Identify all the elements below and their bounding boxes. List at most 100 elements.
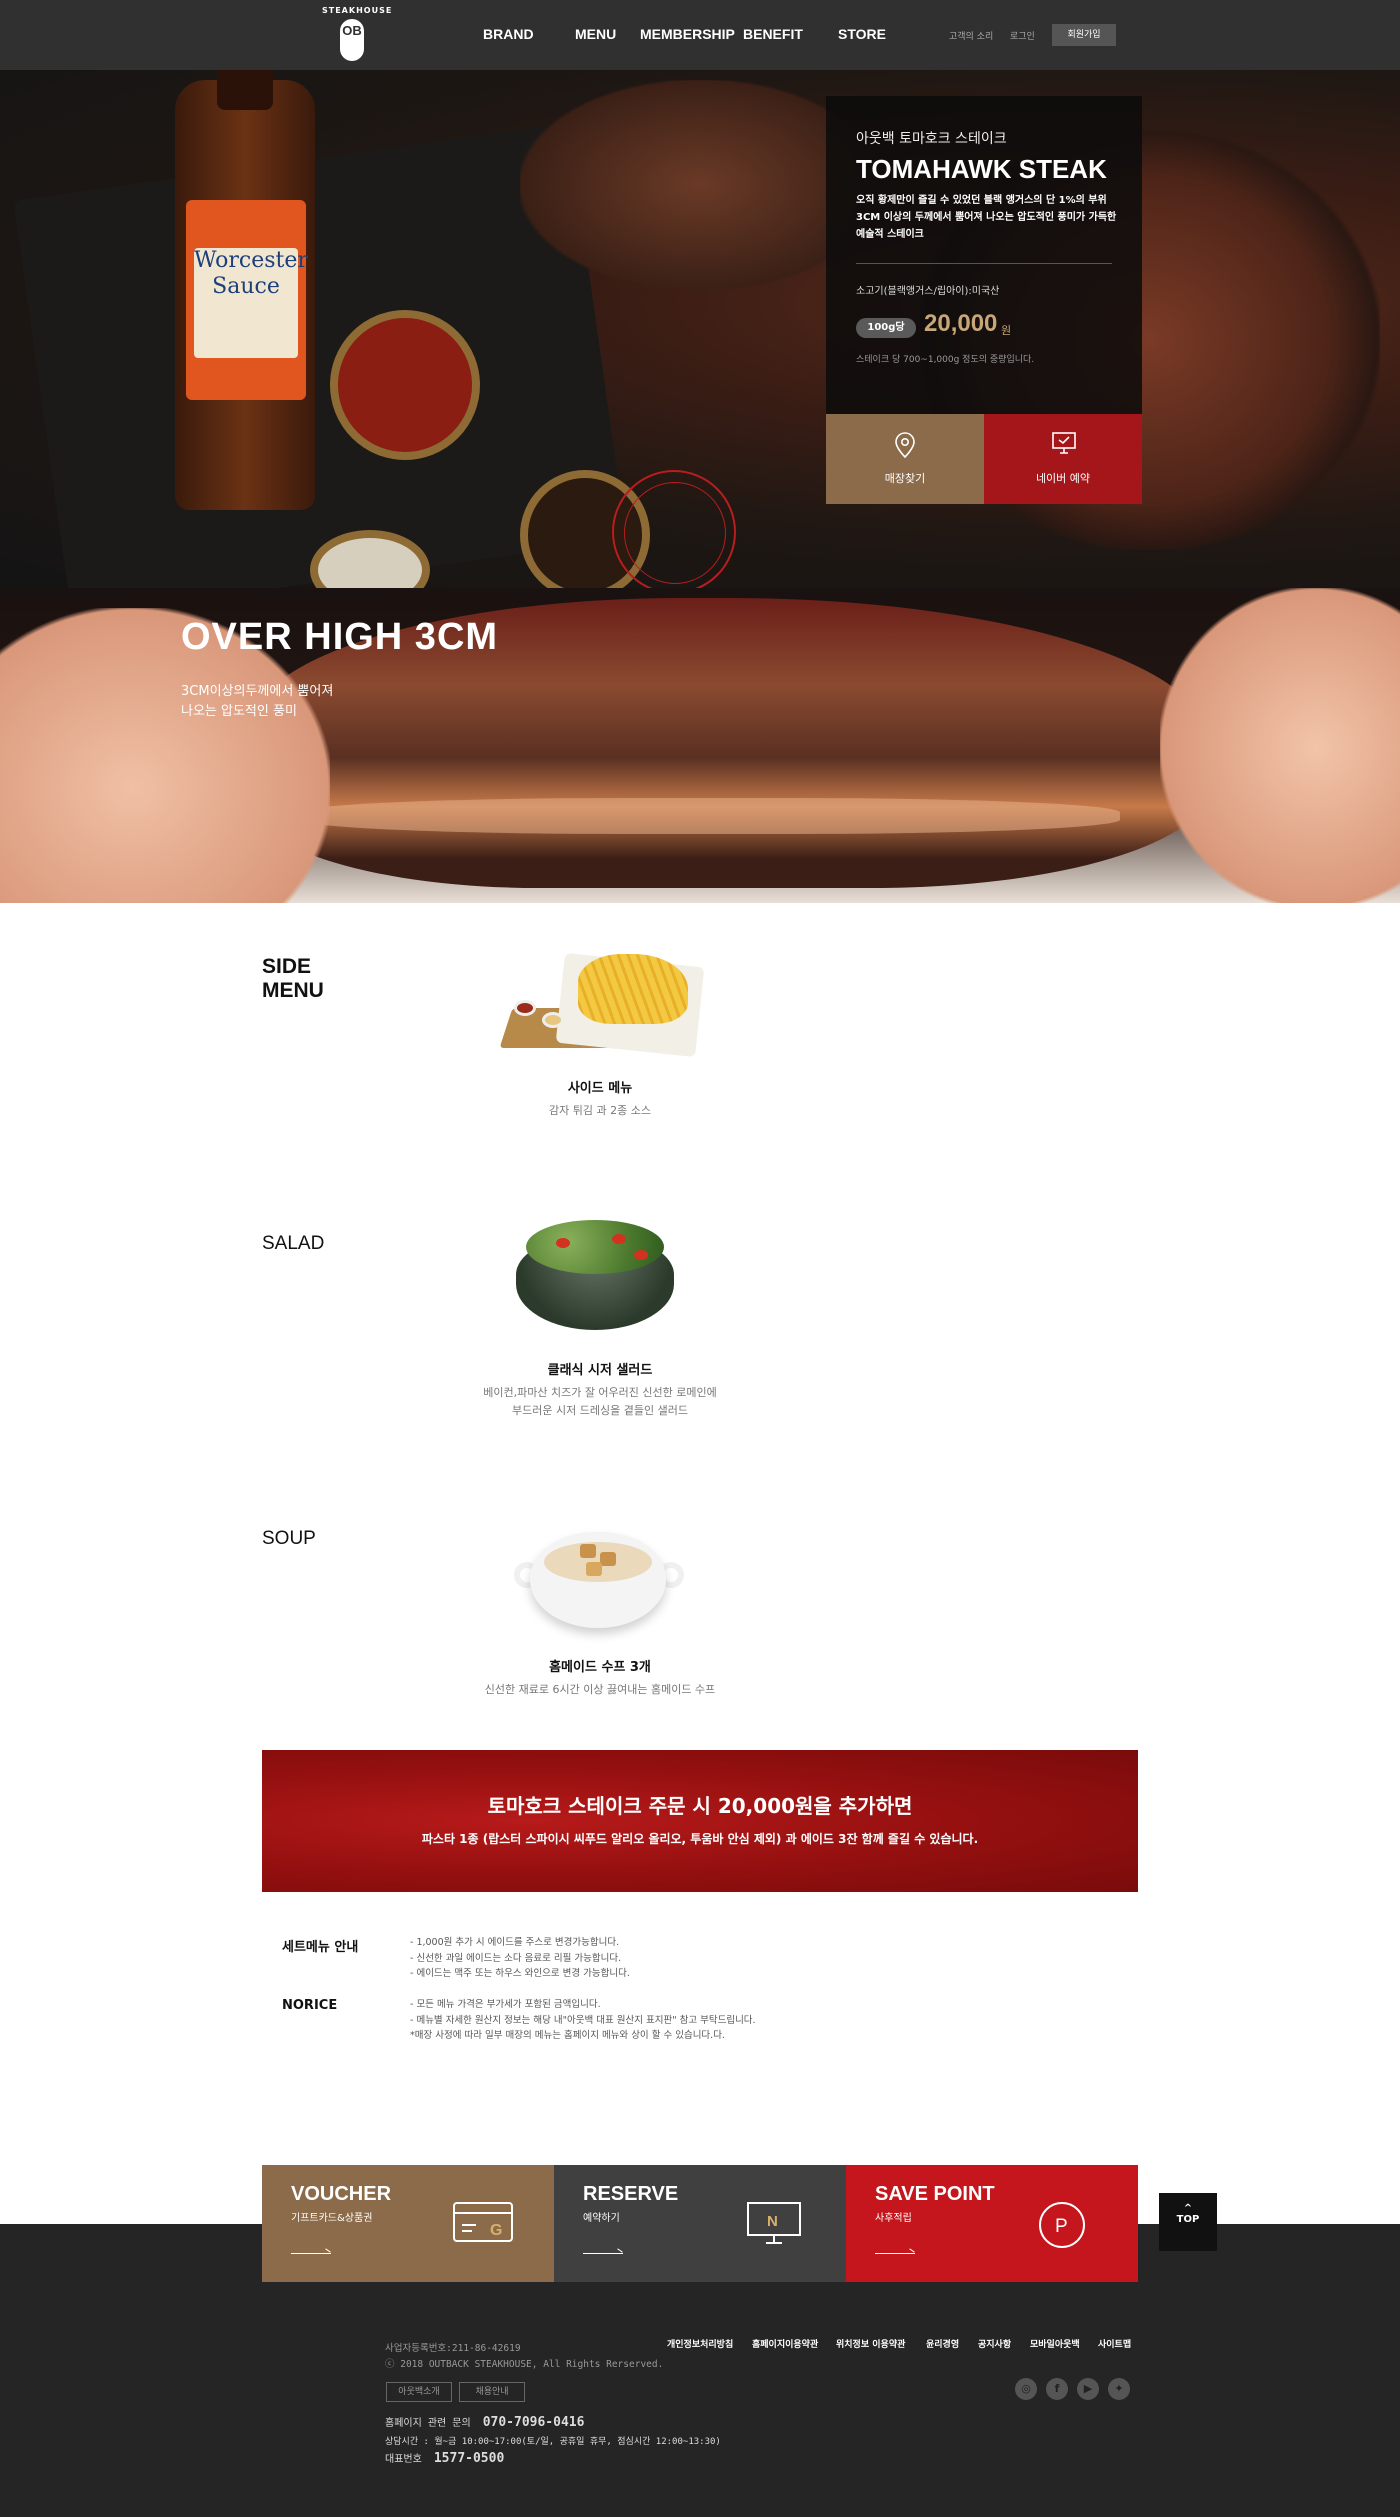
hero-stamp-icon: [612, 470, 736, 588]
find-store-button[interactable]: 매장찾기: [826, 414, 984, 504]
youtube-icon[interactable]: ▶: [1077, 2378, 1099, 2400]
point-icon: P: [1039, 2202, 1085, 2248]
business-number: 사업자등록번호:211-86-42619: [385, 2343, 521, 2354]
nav-benefit[interactable]: BENEFIT: [743, 26, 803, 42]
instagram-icon[interactable]: ◎: [1015, 2378, 1037, 2400]
arrow-icon: [583, 2253, 623, 2254]
salad-desc: 베이컨,파마산 치즈가 잘 어우러진 신선한 로메인에 부드러운 시저 드레싱을…: [400, 1384, 800, 1420]
origin-text: 소고기(블랙앵거스/립아이):미국산: [856, 286, 1000, 297]
gift-card-icon: G: [453, 2202, 513, 2242]
naver-reserve-button[interactable]: 네이버 예약: [984, 414, 1142, 504]
save-point-sub: 사후적립: [875, 2213, 912, 2224]
reserve-link[interactable]: RESERVE 예약하기 N: [554, 2165, 846, 2282]
map-pin-icon: [895, 432, 915, 458]
rep-phone: 1577-0500: [433, 2451, 505, 2466]
footer-link-location[interactable]: 위치정보 이용약관: [836, 2337, 905, 2350]
contact-label: 홈페이지 관련 문의: [385, 2418, 471, 2429]
footer-link-terms[interactable]: 홈페이지이용약관: [752, 2337, 818, 2350]
customer-voice-link[interactable]: 고객의 소리: [949, 29, 993, 42]
bottle-label-text: Worcester Sauce: [194, 248, 308, 299]
voucher-title: VOUCHER: [291, 2183, 392, 2205]
bottle-label: Worcester Sauce: [186, 200, 308, 400]
nav-membership[interactable]: MEMBERSHIP: [640, 26, 735, 42]
caesar-salad-image: [516, 1216, 676, 1336]
outback-logo[interactable]: STEAKHOUSE OB: [322, 6, 393, 64]
voucher-sub: 기프트카드&상품권: [291, 2213, 373, 2224]
weight-note: 스테이크 당 700~1,000g 정도의 중량입니다.: [856, 355, 1035, 365]
contact-line: 홈페이지 관련 문의 070-7096-0416: [385, 2414, 584, 2430]
footer-link-notice[interactable]: 공지사항: [978, 2337, 1011, 2350]
norice-note-line: - 모든 메뉴 가격은 부가세가 포함된 금액입니다.: [410, 1999, 601, 2010]
section-title-soup: SOUP: [262, 1528, 316, 1549]
nav-brand[interactable]: BRAND: [483, 26, 534, 42]
set-menu-note-line: - 1,000원 추가 시 에이드를 주스로 변경가능합니다.: [410, 1937, 620, 1948]
about-button[interactable]: 아웃백소개: [386, 2382, 452, 2402]
side-title-line2: MENU: [262, 979, 324, 1002]
fries-image: [499, 950, 710, 1060]
naver-reserve-label: 네이버 예약: [1035, 472, 1091, 485]
promo-banner: 토마호크 스테이크 주문 시 20,000원을 추가하면 파스타 1종 (랍스터…: [262, 1750, 1138, 1892]
steak-title-kr: 아웃백 토마호크 스테이크: [856, 131, 1007, 147]
right-hand-image: [1160, 588, 1400, 903]
promo-title: 토마호크 스테이크 주문 시 20,000원을 추가하면: [487, 1794, 913, 1818]
over-high-subtitle: 3CM이상의두께에서 뿜어져 나오는 압도적인 풍미: [181, 682, 333, 722]
norice-note-line: - 메뉴별 자세한 원산지 정보는 해당 내"아웃백 대표 원산지 표지판" 참…: [410, 2014, 756, 2026]
monitor-check-icon: [1052, 432, 1076, 454]
svg-text:P: P: [1055, 2216, 1068, 2237]
logo-mark: OB: [340, 19, 364, 61]
logo-arc-text: STEAKHOUSE: [322, 6, 393, 15]
save-point-title: SAVE POINT: [875, 2183, 995, 2205]
nav-store[interactable]: STORE: [838, 26, 886, 42]
join-button[interactable]: 회원가입: [1052, 24, 1116, 46]
svg-text:N: N: [767, 2213, 778, 2230]
footer-link-privacy[interactable]: 개인정보처리방침: [667, 2337, 733, 2350]
voucher-link[interactable]: VOUCHER 기프트카드&상품권 G: [262, 2165, 554, 2282]
set-menu-note-line: - 신선한 과일 에이드는 소다 음료로 리필 가능합니다.: [410, 1952, 622, 1964]
logo-mark-text: OB: [342, 23, 362, 38]
footer-link-sitemap[interactable]: 사이트맵: [1098, 2337, 1131, 2350]
scroll-top-button[interactable]: ^ TOP: [1159, 2193, 1217, 2251]
promo-subtitle: 파스타 1종 (랍스터 스파이시 씨푸드 알리오 올리오, 투움바 안심 제외)…: [421, 1832, 979, 1846]
careers-button[interactable]: 채용안내: [459, 2382, 525, 2402]
soup-desc: 신선한 재료로 6시간 이상 끓여내는 홈메이드 수프: [484, 1683, 716, 1696]
side-menu-name: 사이드 메뉴: [567, 1081, 633, 1096]
soup-image: [514, 1520, 684, 1632]
hero-banner: Worcester Sauce: [0, 70, 1400, 588]
price-currency: 원: [1001, 324, 1012, 337]
sauce-bowl-image: [330, 310, 480, 460]
contact-phone: 070-7096-0416: [482, 2415, 585, 2430]
set-menu-notes: - 1,000원 추가 시 에이드를 주스로 변경가능합니다. - 신선한 과일…: [410, 1935, 630, 1982]
chevron-up-icon: ^: [1183, 2203, 1193, 2214]
find-store-label: 매장찾기: [884, 472, 926, 485]
norice-heading: NORICE: [282, 1998, 338, 2013]
rep-label: 대표번호: [385, 2454, 422, 2465]
steak-description: 오직 황제만이 즐길 수 있었던 블랙 앵거스의 단 1%의 부위 3CM 이상…: [856, 195, 1117, 240]
save-point-link[interactable]: SAVE POINT 사후적립 P: [846, 2165, 1138, 2282]
over-high-sub-line2: 나오는 압도적인 풍미: [181, 704, 297, 719]
over-high-sub-line1: 3CM이상의두께에서 뿜어져: [181, 684, 334, 699]
over-high-title: OVER HIGH 3CM: [181, 616, 499, 658]
section-title-side-menu: SIDE MENU: [262, 955, 324, 1003]
login-link[interactable]: 로그인: [1010, 29, 1035, 42]
reserve-title: RESERVE: [583, 2183, 679, 2205]
salad-desc-line2: 부드러운 시저 드레싱을 곁들인 샐러드: [512, 1404, 688, 1417]
reserve-sub: 예약하기: [583, 2213, 620, 2224]
facebook-icon[interactable]: f: [1046, 2378, 1068, 2400]
unit-badge: 100g당: [856, 318, 916, 338]
side-title-line1: SIDE: [262, 955, 312, 978]
soup-name: 홈메이드 수프 3개: [549, 1660, 651, 1675]
footer-link-mobile[interactable]: 모바일아웃백: [1030, 2337, 1080, 2350]
info-divider: [856, 263, 1112, 264]
top-header: STEAKHOUSE OB BRAND MENU MEMBERSHIP BENE…: [0, 0, 1400, 70]
price-value: 20,000: [924, 310, 998, 337]
set-menu-heading: 세트메뉴 안내: [282, 1940, 359, 1955]
norice-notes: - 모든 메뉴 가격은 부가세가 포함된 금액입니다. - 메뉴별 자세한 원산…: [410, 1997, 756, 2044]
twitter-icon[interactable]: ✦: [1108, 2378, 1130, 2400]
nav-menu[interactable]: MENU: [575, 26, 616, 42]
set-menu-note-line: - 에이드는 맥주 또는 하우스 와인으로 변경 가능합니다.: [410, 1968, 630, 1979]
footer-link-ethics[interactable]: 윤리경영: [926, 2337, 959, 2350]
section-title-salad: SALAD: [262, 1233, 325, 1254]
salad-desc-line1: 베이컨,파마산 치즈가 잘 어우러진 신선한 로메인에: [483, 1386, 717, 1399]
svg-text:G: G: [490, 2222, 502, 2239]
contact-hours: 상담시간 : 월~금 10:00~17:00(토/일, 공휴일 휴무, 점심시간…: [385, 2437, 721, 2447]
